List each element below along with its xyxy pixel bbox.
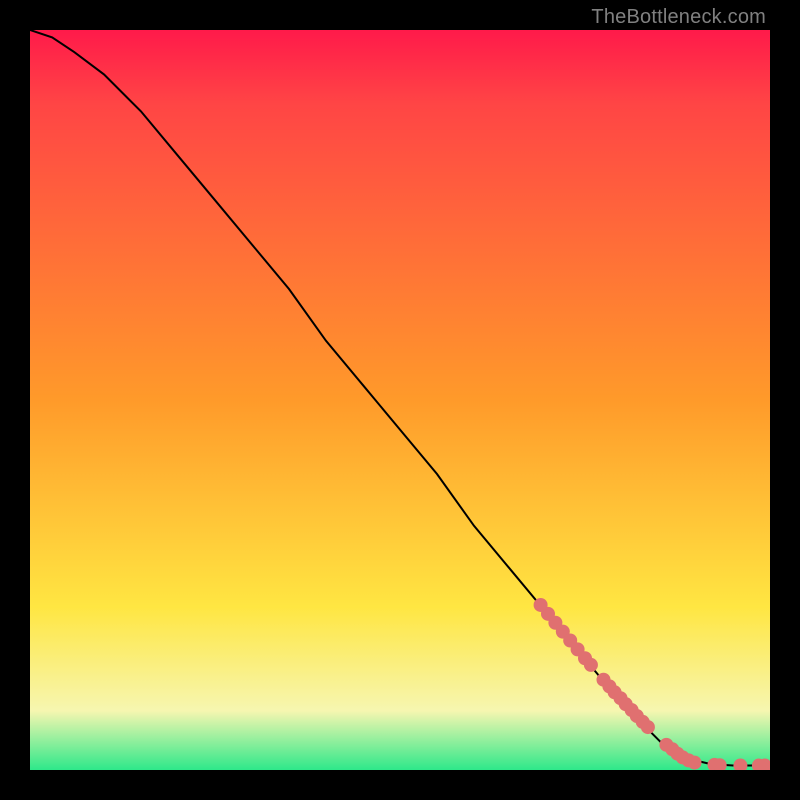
marker-point <box>641 720 655 734</box>
marker-point <box>688 756 702 770</box>
marker-point <box>584 658 598 672</box>
attribution-text: TheBottleneck.com <box>591 6 766 29</box>
gradient-background <box>30 30 770 770</box>
chart-svg <box>30 30 770 770</box>
chart-frame <box>30 30 770 770</box>
